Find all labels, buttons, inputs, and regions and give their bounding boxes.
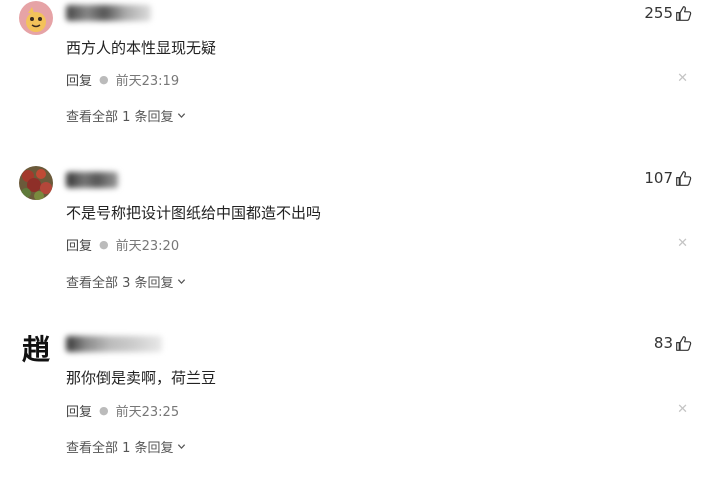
reply-button[interactable]: 回复 [66,70,92,89]
separator-dot: ● [99,73,109,86]
like-count: 255 [644,4,673,22]
comment-text: 那你倒是卖啊，荷兰豆 [66,369,217,387]
comment-item: 107 不是号称把设计图纸给中国都造不出吗 回复 ● 前天23:20 ✕ 查看全… [0,163,723,313]
like-count: 107 [644,169,673,187]
comment-meta: 回复 ● 前天23:19 [66,70,179,89]
view-replies-label: 查看全部 3 条回复 [66,276,174,291]
comment-text: 不是号称把设计图纸给中国都造不出吗 [66,204,322,222]
reply-button[interactable]: 回复 [66,401,92,420]
username[interactable] [66,172,118,188]
comment-meta: 回复 ● 前天23:25 [66,401,179,420]
avatar[interactable] [19,1,53,35]
comment-meta: 回复 ● 前天23:20 [66,235,179,254]
reply-button[interactable]: 回复 [66,235,92,254]
chevron-down-icon [177,113,185,119]
like-button[interactable]: 107 [644,169,692,187]
comment-item: 255 西方人的本性显现无疑 回复 ● 前天23:19 ✕ 查看全部 1 条回复 [0,0,723,150]
thumbs-up-icon [676,170,692,186]
separator-dot: ● [99,404,109,417]
chevron-down-icon [177,279,185,285]
like-button[interactable]: 83 [654,334,692,352]
svg-text:趙: 趙 [22,333,51,365]
comment-text: 西方人的本性显现无疑 [66,39,217,57]
timestamp: 前天23:19 [115,74,180,89]
close-icon[interactable]: ✕ [677,236,688,251]
close-icon[interactable]: ✕ [677,402,688,417]
calligraphy-avatar-icon: 趙 [19,331,53,365]
cartoon-avatar-icon [19,1,53,35]
flower-photo-avatar-icon [19,166,53,200]
avatar[interactable]: 趙 [19,331,53,365]
view-replies-link[interactable]: 查看全部 1 条回复 [66,106,186,125]
chevron-down-icon [177,444,185,450]
comment-item: 趙 83 那你倒是卖啊，荷兰豆 回复 ● 前天23:25 ✕ 查看全部 1 条回… [0,328,723,478]
avatar[interactable] [19,166,53,200]
username[interactable] [66,336,162,352]
username[interactable] [66,5,151,21]
close-icon[interactable]: ✕ [677,71,688,86]
like-button[interactable]: 255 [644,4,692,22]
timestamp: 前天23:25 [115,405,180,420]
thumbs-up-icon [676,5,692,21]
view-replies-label: 查看全部 1 条回复 [66,441,174,456]
view-replies-label: 查看全部 1 条回复 [66,110,174,125]
view-replies-link[interactable]: 查看全部 1 条回复 [66,437,186,456]
thumbs-up-icon [676,335,692,351]
timestamp: 前天23:20 [115,239,180,254]
separator-dot: ● [99,238,109,251]
view-replies-link[interactable]: 查看全部 3 条回复 [66,272,186,291]
like-count: 83 [653,334,673,352]
